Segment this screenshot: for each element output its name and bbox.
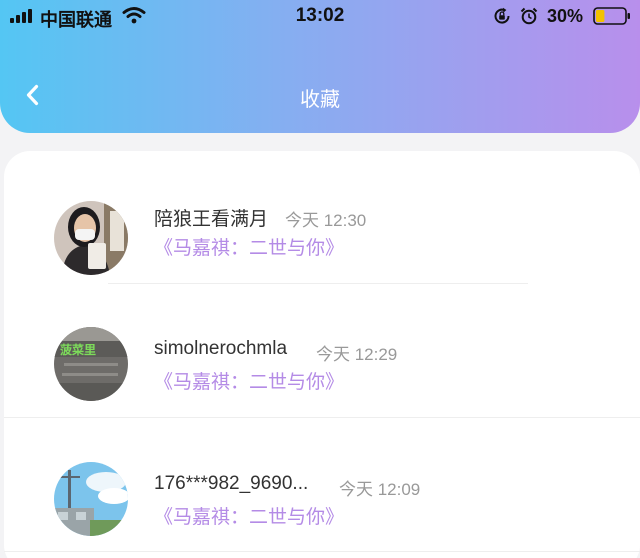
svg-text:菠菜里: 菠菜里 [60,342,96,357]
work-title-link[interactable]: 《马嘉祺：二世与你》 [154,233,344,260]
username[interactable]: 176***982_9690... [154,473,308,495]
status-time: 13:02 [295,5,345,26]
alarm-icon [520,7,538,25]
favorite-time: 今天 12:09 [339,480,421,499]
favorite-time: 今天 12:30 [285,211,367,230]
status-bar: 中国联通 13:02 30% [0,0,640,32]
battery-icon [593,7,630,25]
header-bar: 中国联通 13:02 30% 收藏 [0,0,640,133]
avatar[interactable]: 菠菜里 [54,327,128,401]
avatar[interactable] [54,201,128,275]
username[interactable]: simolnerochmla [154,338,287,360]
username[interactable]: 陪狼王看满月 [154,204,268,231]
divider [4,417,640,418]
divider [4,551,640,552]
favorites-list: 陪狼王看满月 今天 12:30 《马嘉祺：二世与你》 菠菜里 simolnero… [4,151,640,558]
avatar[interactable] [54,462,128,536]
list-item[interactable]: 菠菜里 simolnerochmla 今天 12:29 《马嘉祺：二世与你》 [4,285,640,419]
work-title-link[interactable]: 《马嘉祺：二世与你》 [154,367,344,394]
list-item[interactable]: 176***982_9690... 今天 12:09 《马嘉祺：二世与你》 [4,419,640,553]
rotation-lock-icon [494,7,510,24]
favorite-time: 今天 12:29 [316,345,398,364]
divider [108,283,528,284]
work-title-link[interactable]: 《马嘉祺：二世与你》 [154,502,344,529]
page-title: 收藏 [300,89,340,111]
list-item[interactable]: 陪狼王看满月 今天 12:30 《马嘉祺：二世与你》 [4,151,640,285]
battery-percent: 30% [547,6,584,26]
